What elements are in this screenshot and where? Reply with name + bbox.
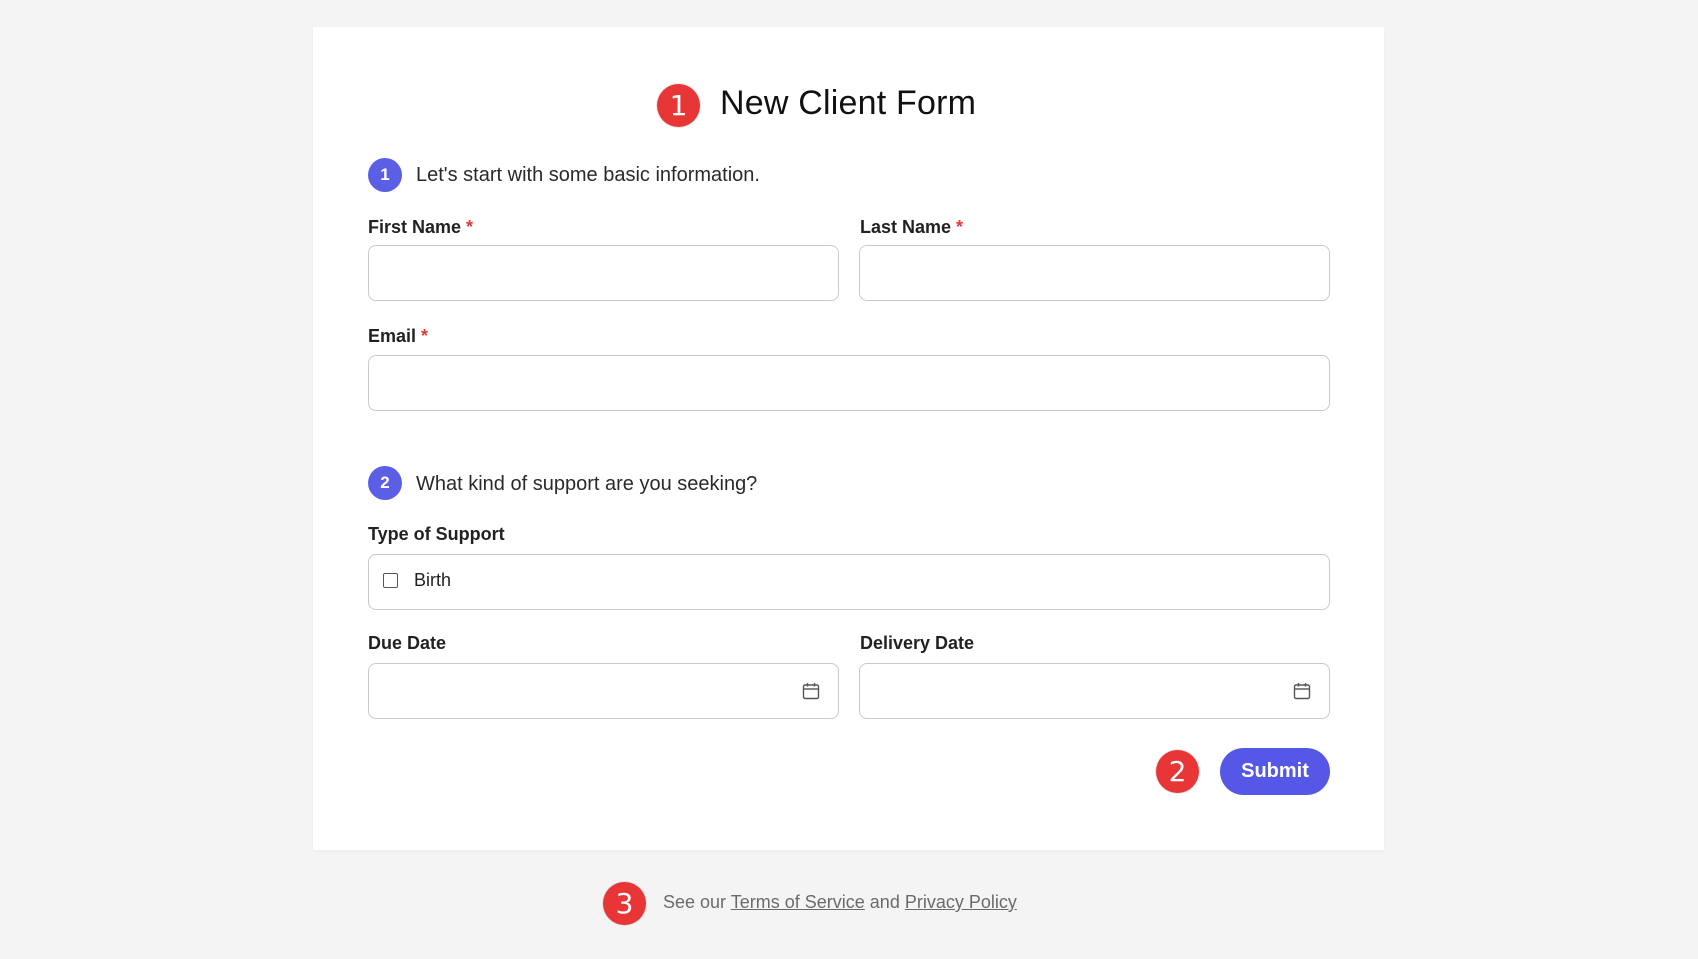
type-of-support-box: Birth xyxy=(368,554,1330,610)
last-name-label: Last Name * xyxy=(860,217,964,237)
footer-prefix: See our xyxy=(663,892,727,912)
section-2-heading: What kind of support are you seeking? xyxy=(416,473,758,495)
section-2-badge: 2 xyxy=(368,466,402,500)
email-input[interactable] xyxy=(368,355,1330,411)
delivery-date-input[interactable] xyxy=(859,663,1330,719)
birth-checkbox[interactable] xyxy=(383,573,398,588)
annotation-marker-2: 2 xyxy=(1156,750,1199,793)
first-name-label: First Name * xyxy=(368,217,474,237)
annotation-marker-1: 1 xyxy=(657,84,700,127)
required-indicator: * xyxy=(421,326,429,346)
calendar-icon[interactable] xyxy=(801,681,821,701)
footer-legal-text: See our Terms of Service and Privacy Pol… xyxy=(663,892,1017,913)
form-card xyxy=(313,27,1384,850)
submit-button[interactable]: Submit xyxy=(1220,748,1330,795)
section-1-heading: Let's start with some basic information. xyxy=(416,164,760,186)
email-label: Email * xyxy=(368,326,429,346)
annotation-marker-3: 3 xyxy=(603,882,646,925)
calendar-icon[interactable] xyxy=(1292,681,1312,701)
type-of-support-label: Type of Support xyxy=(368,524,505,544)
due-date-label: Due Date xyxy=(368,633,447,653)
last-name-input[interactable] xyxy=(859,245,1330,301)
terms-of-service-link[interactable]: Terms of Service xyxy=(731,892,865,912)
delivery-date-label: Delivery Date xyxy=(860,633,975,653)
first-name-input[interactable] xyxy=(368,245,839,301)
footer-conjunction: and xyxy=(869,892,900,912)
section-1-badge: 1 xyxy=(368,158,402,192)
due-date-input[interactable] xyxy=(368,663,839,719)
required-indicator: * xyxy=(956,217,964,237)
privacy-policy-link[interactable]: Privacy Policy xyxy=(905,892,1017,912)
birth-checkbox-label[interactable]: Birth xyxy=(414,570,451,591)
required-indicator: * xyxy=(466,217,474,237)
form-title: New Client Form xyxy=(720,84,977,122)
